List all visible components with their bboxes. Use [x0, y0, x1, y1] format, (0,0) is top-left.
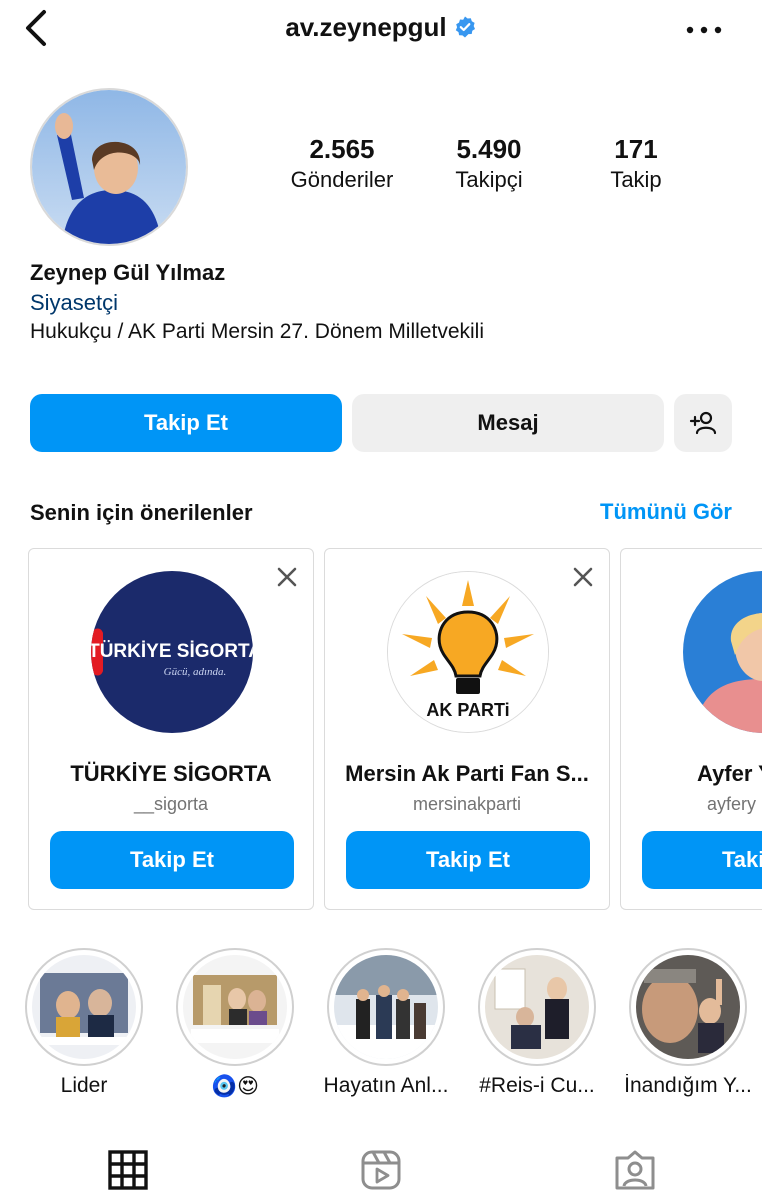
suggestion-logo-text: AK PARTi: [426, 700, 509, 720]
stat-following-value: 171: [614, 134, 658, 164]
verified-badge-icon: [455, 16, 475, 38]
suggestion-avatar[interactable]: TÜRKİYE SİGORTA Gücü, adında.: [91, 571, 253, 733]
stat-posts-label: Gönderiler: [290, 167, 394, 192]
see-all-link[interactable]: Tümünü Gör: [560, 499, 732, 525]
stat-posts[interactable]: 2.565 Gönderiler: [267, 132, 417, 194]
suggestion-handle: ayfery: [707, 794, 757, 814]
highlight-cover: [478, 948, 596, 1066]
suggestions-title: Senin için önerilenler: [30, 500, 253, 525]
suggestion-handle: __sigorta: [133, 794, 209, 814]
dismiss-suggestion-button[interactable]: [275, 565, 299, 589]
suggestion-name[interactable]: TÜRKİYE SİGORTA: [39, 761, 303, 787]
suggestion-name[interactable]: Ayfer Y: [621, 761, 762, 787]
more-options-button[interactable]: [682, 10, 726, 50]
suggestion-follow-button[interactable]: Taki: [642, 831, 762, 889]
message-button[interactable]: Mesaj: [352, 394, 664, 452]
stat-followers[interactable]: 5.490 Takipçi: [414, 132, 564, 194]
story-highlight[interactable]: Hayatın Anl...: [311, 948, 461, 1098]
stat-followers-value: 5.490: [456, 134, 522, 164]
highlight-cover: [176, 948, 294, 1066]
profile-name: Zeynep Gül Yılmaz: [30, 260, 226, 285]
highlight-label: #Reis-i Cu...: [479, 1074, 595, 1097]
stat-following-label: Takip: [610, 167, 662, 192]
story-highlight[interactable]: İnandığım Y...: [613, 948, 762, 1098]
profile-category: Siyasetçi: [30, 290, 119, 315]
reels-icon: [361, 1150, 401, 1190]
profile-header-title: av.zeynepgul: [0, 12, 762, 43]
suggestion-logo-text: TÜRKİYE SİGORTA: [91, 641, 253, 662]
suggestion-avatar[interactable]: [683, 571, 762, 733]
suggestion-follow-button[interactable]: Takip Et: [346, 831, 590, 889]
suggestion-name[interactable]: Mersin Ak Parti Fan S...: [335, 761, 599, 787]
suggestion-handle: mersinakparti: [412, 794, 522, 814]
suggest-people-button[interactable]: [674, 394, 732, 452]
dismiss-suggestion-button[interactable]: [571, 565, 595, 589]
stat-followers-label: Takipçi: [455, 167, 523, 192]
highlight-label: Hayatın Anl...: [323, 1074, 449, 1097]
suggestion-card[interactable]: Ayfer Y ayfery Taki: [620, 548, 762, 910]
tab-posts-grid[interactable]: [106, 1148, 150, 1192]
profile-avatar[interactable]: [30, 88, 188, 246]
username: av.zeynepgul: [285, 12, 447, 42]
follow-button[interactable]: Takip Et: [30, 394, 342, 452]
tab-tagged[interactable]: [613, 1148, 657, 1192]
more-horizontal-icon: [686, 26, 722, 34]
suggestion-follow-button[interactable]: Takip Et: [50, 831, 294, 889]
close-icon: [573, 567, 593, 587]
highlight-label: Lider: [60, 1074, 108, 1097]
stat-posts-value: 2.565: [309, 134, 375, 164]
add-person-icon: [689, 411, 717, 435]
highlight-cover: [25, 948, 143, 1066]
highlight-cover: [327, 948, 445, 1066]
highlight-label: İnandığım Y...: [624, 1074, 752, 1097]
highlight-cover: [629, 948, 747, 1066]
story-highlight[interactable]: 🧿😍: [160, 948, 310, 1099]
story-highlight[interactable]: #Reis-i Cu...: [462, 948, 612, 1098]
suggestion-card[interactable]: TÜRKİYE SİGORTA Gücü, adında. TÜRKİYE Sİ…: [28, 548, 314, 910]
stat-following[interactable]: 171 Takip: [561, 132, 711, 194]
close-icon: [277, 567, 297, 587]
story-highlight[interactable]: Lider: [9, 948, 159, 1098]
tagged-icon: [615, 1150, 655, 1190]
suggestion-card[interactable]: AK PARTi Mersin Ak Parti Fan S... mersin…: [324, 548, 610, 910]
grid-icon: [108, 1150, 148, 1190]
tab-reels[interactable]: [359, 1148, 403, 1192]
profile-bio: Hukukçu / AK Parti Mersin 27. Dönem Mill…: [30, 320, 484, 343]
suggestion-logo-subtext: Gücü, adında.: [164, 666, 227, 678]
highlight-label: 🧿😍: [210, 1075, 260, 1098]
suggestion-avatar[interactable]: AK PARTi: [387, 571, 549, 733]
